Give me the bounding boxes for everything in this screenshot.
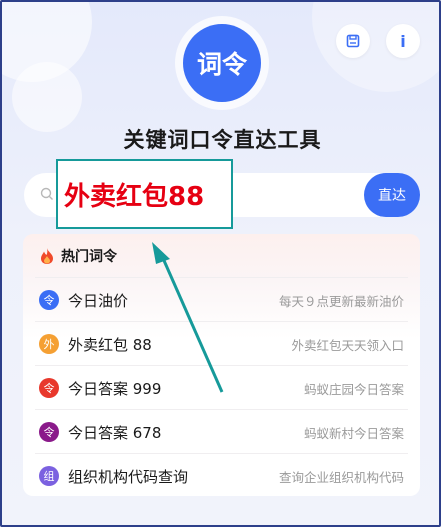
annotation-arrow-icon [152,242,224,393]
app-frame: 词令 i 关键词口令直达工具 直达 外卖红包88 热门词令 令 今日油价 每天９… [0,0,441,527]
